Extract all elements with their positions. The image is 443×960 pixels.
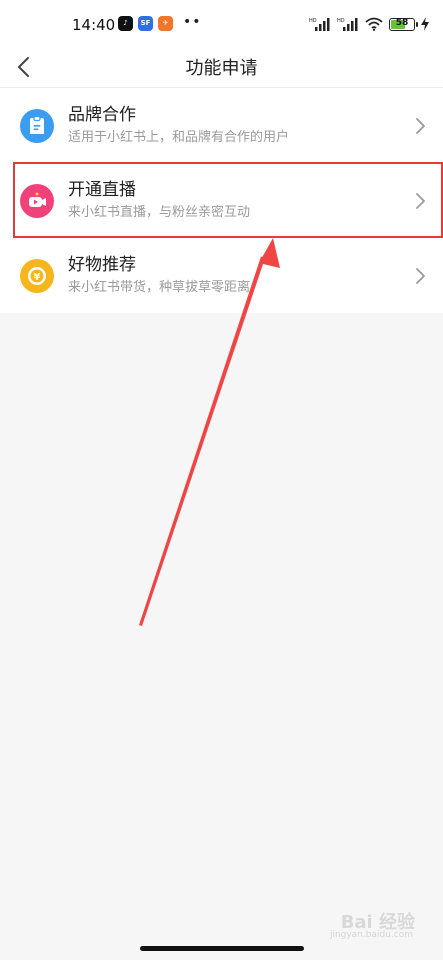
list-item-title: 开通直播 [68,180,136,200]
tiktok-icon: ♪ [118,16,133,31]
signal-icon: HD [309,18,330,31]
status-right: HD HD 58 [309,14,429,34]
list-item-subtitle: 来小红书直播，与粉丝亲密互动 [68,205,251,220]
screen: 14:40 ♪ SF ✈ •• HD HD 58 功能申请 品牌合作 适用于小红… [0,0,443,960]
battery-icon: 58 [389,17,418,31]
svg-text:¥: ¥ [34,272,41,283]
live-stream-icon [20,184,54,218]
home-indicator[interactable] [140,946,304,951]
feature-list: 品牌合作 适用于小红书上，和品牌有合作的用户 开通直播 来小红书直播，与粉丝亲密… [0,88,443,313]
status-time: 14:40 [72,16,116,34]
more-notifications-icon: •• [183,14,202,30]
list-item-title: 好物推荐 [68,255,136,275]
app-orange-icon: ✈ [158,16,173,31]
list-item-texts: 开通直播 来小红书直播，与粉丝亲密互动 [68,179,250,221]
svg-text:HD: HD [337,18,345,24]
charging-icon [421,17,429,31]
product-recommend-icon: ¥ [20,259,54,293]
list-item-title: 品牌合作 [68,105,136,125]
list-item-texts: 好物推荐 来小红书带货，种草拔草零距离 [68,254,250,296]
list-item-texts: 品牌合作 适用于小红书上，和品牌有合作的用户 [68,104,289,146]
status-bar: 14:40 ♪ SF ✈ •• HD HD 58 [0,0,443,48]
brand-cooperation-icon [20,109,54,143]
chevron-right-icon [416,193,425,209]
wifi-icon [365,17,383,31]
list-item-live-stream[interactable]: 开通直播 来小红书直播，与粉丝亲密互动 [0,163,443,238]
page-title: 功能申请 [185,58,258,79]
list-item-subtitle: 适用于小红书上，和品牌有合作的用户 [68,130,290,145]
list-item-product-recommend[interactable]: ¥ 好物推荐 来小红书带货，种草拔草零距离 [0,238,443,313]
nav-bar: 功能申请 [0,48,443,88]
battery-level: 58 [395,17,409,28]
signal-2-icon: HD [337,18,358,31]
chevron-right-icon [416,268,425,284]
watermark-sub: jingyan.baidu.com [329,930,413,940]
chevron-right-icon [416,118,425,134]
list-item-subtitle: 来小红书带货，种草拔草零距离 [68,280,251,295]
svg-text:HD: HD [309,18,317,24]
app-blue-icon: SF [138,16,153,31]
battery-tip [416,21,418,27]
list-item-brand-cooperation[interactable]: 品牌合作 适用于小红书上，和品牌有合作的用户 [0,88,443,163]
